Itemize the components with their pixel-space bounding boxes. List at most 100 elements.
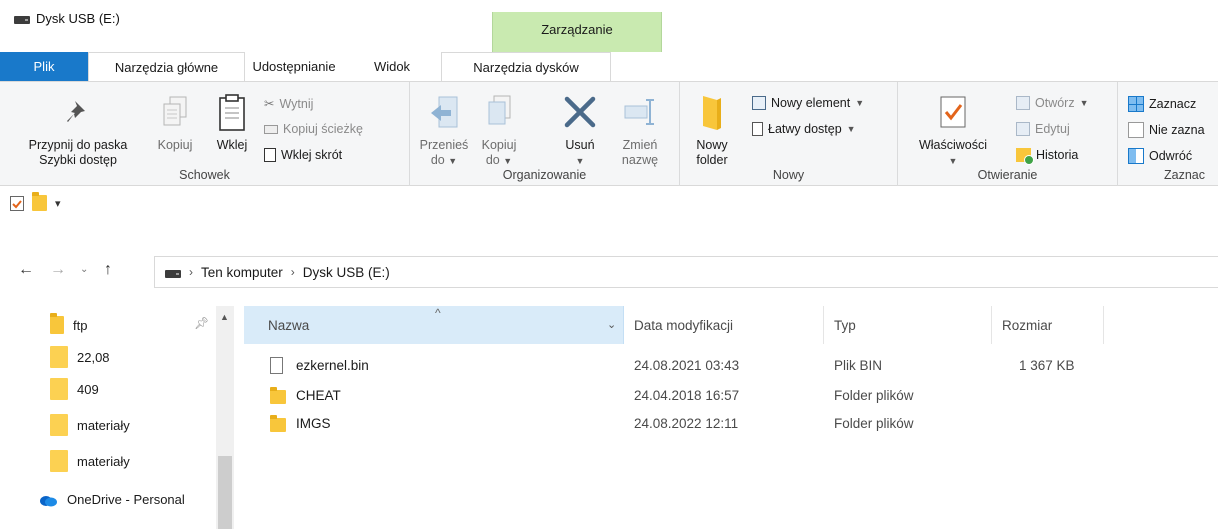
column-header-date[interactable]: Data modyfikacji (624, 306, 824, 344)
copy-path-button[interactable]: Kopiuj ścieżkę (264, 122, 363, 136)
window-title-text: Dysk USB (E:) (36, 11, 120, 26)
sort-ascending-icon: ^ (435, 306, 441, 320)
tab-view[interactable]: Widok (343, 52, 441, 81)
copy-button[interactable]: Kopiuj (150, 86, 200, 153)
copy-to-icon (474, 86, 524, 138)
column-header-name[interactable]: Nazwa (244, 306, 624, 344)
breadcrumb-this-pc[interactable]: Ten komputer (201, 265, 283, 280)
delete-x-icon (558, 86, 602, 138)
pin-icon[interactable]: 📌︎ (194, 316, 209, 330)
file-name: IMGS (296, 416, 331, 431)
copy-path-icon (264, 124, 278, 134)
new-folder-button[interactable]: Nowy folder (688, 86, 736, 168)
nav-item-materialy-1[interactable]: materiały (50, 414, 130, 436)
rename-button[interactable]: Zmień nazwę (614, 86, 666, 168)
group-open: Właściwości ▼ Otwórz ▼ Edytuj Historia O… (898, 82, 1118, 186)
select-none-button[interactable]: Nie zazna (1128, 122, 1205, 138)
file-type: Folder plików (834, 416, 914, 431)
up-arrow-icon[interactable]: ↑ (104, 261, 112, 279)
edit-button[interactable]: Edytuj (1016, 122, 1070, 136)
file-size: 1 367 KB (1019, 358, 1075, 373)
paste-shortcut-button[interactable]: Wklej skrót (264, 148, 342, 162)
invert-selection-icon (1128, 148, 1144, 164)
address-row: ← → ⌄ ↑ › Ten komputer › Dysk USB (E:) (0, 254, 1218, 290)
nav-item-409[interactable]: 409 (50, 378, 99, 400)
pin-icon (8, 86, 148, 138)
window-title: Dysk USB (E:) (14, 11, 120, 26)
file-row[interactable]: CHEAT 24.04.2018 16:57 Folder plików (244, 383, 1218, 409)
history-button[interactable]: Historia (1016, 148, 1078, 165)
properties-button[interactable]: Właściwości ▼ (908, 86, 998, 169)
move-to-button[interactable]: Przenieś do ▼ (416, 86, 472, 169)
tab-drive-tools[interactable]: Narzędzia dysków (441, 52, 611, 81)
folder-icon (270, 387, 286, 404)
scissors-icon: ✂ (264, 97, 275, 111)
file-row[interactable]: ezkernel.bin 24.08.2021 03:43 Plik BIN 1… (244, 353, 1218, 379)
invert-selection-button[interactable]: Odwróć (1128, 148, 1192, 164)
qat-properties-icon[interactable] (10, 195, 24, 211)
group-label-open: Otwieranie (977, 168, 1038, 182)
file-name: ezkernel.bin (296, 358, 369, 373)
nav-item-22-08[interactable]: 22,08 (50, 346, 110, 368)
file-name: CHEAT (296, 388, 341, 403)
easy-access-icon (752, 122, 763, 136)
nav-item-onedrive[interactable]: OneDrive - Personal (38, 492, 185, 507)
breadcrumb-separator-icon[interactable]: › (291, 265, 295, 279)
new-item-button[interactable]: Nowy element ▼ (752, 96, 864, 110)
context-group-label: Zarządzanie (541, 22, 613, 37)
nav-pane-scrollbar[interactable]: ▲ (216, 306, 234, 529)
group-organize: Przenieś do ▼ Kopiuj do ▼ Usuń ▼ Zmień n… (410, 82, 680, 186)
breadcrumb-usb-drive[interactable]: Dysk USB (E:) (303, 265, 390, 280)
column-dropdown-chevron-icon[interactable]: ⌄ (607, 318, 616, 331)
select-all-button[interactable]: Zaznacz (1128, 96, 1196, 112)
tab-share[interactable]: Udostępnianie (245, 52, 343, 81)
onedrive-cloud-icon (40, 495, 57, 506)
pin-quick-access-button[interactable]: Przypnij do paska Szybki dostęp (8, 86, 148, 168)
group-label-select: Zaznac (1164, 168, 1205, 182)
new-item-icon (752, 96, 766, 110)
scroll-up-icon[interactable]: ▲ (220, 312, 229, 322)
copy-to-button[interactable]: Kopiuj do ▼ (474, 86, 524, 169)
clipboard-icon (208, 86, 256, 138)
column-header-size[interactable]: Rozmiar (992, 306, 1104, 344)
paste-shortcut-icon (264, 148, 276, 162)
paste-button[interactable]: Wklej (208, 86, 256, 153)
nav-pane-scroll-thumb[interactable] (218, 456, 232, 529)
qat-new-folder-icon[interactable] (32, 192, 47, 211)
file-type: Folder plików (834, 388, 914, 403)
properties-caret-icon: ▼ (948, 156, 958, 166)
folder-icon (270, 415, 286, 432)
file-row[interactable]: IMGS 24.08.2022 12:11 Folder plików (244, 411, 1218, 437)
cut-button[interactable]: ✂ Wytnij (264, 96, 313, 112)
group-label-clipboard: Schowek (179, 168, 230, 182)
breadcrumb-separator-icon[interactable]: › (189, 265, 193, 279)
group-new: Nowy folder Nowy element ▼ Łatwy dostęp … (680, 82, 898, 186)
delete-button[interactable]: Usuń ▼ (558, 86, 602, 169)
file-icon (270, 357, 283, 374)
new-item-caret-icon: ▼ (855, 98, 865, 108)
easy-access-button[interactable]: Łatwy dostęp ▼ (752, 122, 856, 136)
nav-item-materialy-2[interactable]: materiały (50, 450, 130, 472)
address-drive-icon (165, 269, 181, 278)
move-to-caret-icon: ▼ (448, 156, 458, 166)
forward-arrow-icon[interactable]: → (50, 261, 66, 279)
tab-file[interactable]: Plik (0, 52, 88, 81)
rename-icon (614, 86, 666, 138)
open-button[interactable]: Otwórz ▼ (1016, 96, 1089, 110)
group-label-new: Nowy (772, 168, 805, 182)
easy-access-caret-icon: ▼ (846, 124, 856, 134)
column-header-type[interactable]: Typ (824, 306, 992, 344)
usb-drive-icon (14, 16, 30, 24)
address-bar[interactable]: › Ten komputer › Dysk USB (E:) (154, 256, 1218, 288)
qat-customize-icon[interactable]: ▾ (55, 197, 61, 210)
select-none-icon (1128, 122, 1144, 138)
select-all-icon (1128, 96, 1144, 112)
ribbon-tabs: Plik Narzędzia główne Udostępnianie Wido… (0, 52, 1218, 81)
recent-locations-chevron-icon[interactable]: ⌄ (80, 264, 88, 275)
tab-home[interactable]: Narzędzia główne (88, 52, 245, 81)
nav-item-ftp[interactable]: ftp (50, 313, 87, 334)
back-arrow-icon[interactable]: ← (18, 261, 34, 279)
delete-caret-icon: ▼ (575, 156, 585, 166)
copy-to-caret-icon: ▼ (503, 156, 513, 166)
group-label-organize: Organizowanie (502, 168, 587, 182)
